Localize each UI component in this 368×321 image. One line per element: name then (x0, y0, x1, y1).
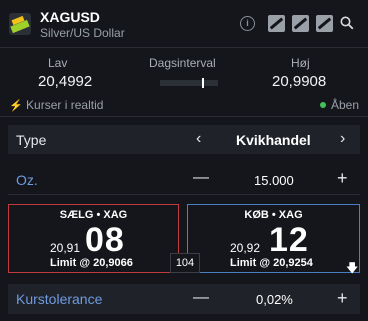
arrow-down-icon[interactable]: 🡇 (346, 259, 358, 280)
chevron-right-icon[interactable]: › (340, 130, 345, 148)
decrease-tolerance-button[interactable]: — (193, 289, 209, 307)
range-label: Dagsinterval (149, 56, 216, 70)
status-dot-icon (319, 102, 326, 108)
lightning-icon: ⚡ (9, 100, 23, 112)
chart-icon[interactable] (292, 15, 309, 32)
low-value: 20,4992 (38, 73, 93, 90)
tolerance-label: Kurstolerance (16, 291, 103, 307)
buy-price-small: 20,92 (230, 241, 261, 255)
sell-price-small: 20,91 (50, 241, 81, 255)
tolerance-value[interactable]: 0,02% (256, 292, 293, 307)
order-type-label: Type (16, 132, 47, 148)
instrument-description: Silver/US Dollar (40, 26, 125, 40)
order-type-row: Type ‹ Kvikhandel › (8, 125, 360, 154)
realtime-label: Kurser i realtid (26, 98, 104, 112)
decrease-amount-button[interactable]: — (193, 169, 209, 187)
status-divider (0, 116, 368, 117)
amount-divider (8, 194, 360, 195)
chart-icon[interactable] (268, 15, 285, 32)
spread-badge: 104 (170, 253, 200, 273)
day-range-bar (160, 80, 218, 86)
buy-limit: Limit @ 20,9254 (230, 257, 313, 269)
day-range-marker (202, 78, 204, 88)
sell-title: SÆLG • XAG (59, 209, 128, 221)
amount-label: Oz. (16, 172, 38, 188)
sell-price-big: 08 (85, 221, 125, 259)
high-value: 20,9908 (272, 73, 327, 90)
order-type-value[interactable]: Kvikhandel (236, 132, 311, 148)
tolerance-row: Kurstolerance — 0,02% + (8, 284, 360, 314)
amount-value[interactable]: 15.000 (254, 173, 294, 188)
search-icon[interactable] (340, 16, 354, 30)
high-label: Høj (291, 56, 310, 70)
chart-icon[interactable] (316, 15, 333, 32)
sell-button[interactable]: SÆLG • XAG 20,91 08 Limit @ 20,9066 (8, 204, 179, 273)
realtime-status: ⚡ Kurser i realtid (9, 98, 103, 112)
sell-limit: Limit @ 20,9066 (50, 257, 133, 269)
instrument-logo (9, 13, 31, 35)
header-divider (0, 47, 368, 48)
info-icon[interactable]: i (240, 16, 255, 31)
low-label: Lav (48, 56, 68, 70)
buy-price-big: 12 (269, 221, 309, 259)
market-open-status: Åben (319, 98, 359, 112)
increase-amount-button[interactable]: + (337, 168, 348, 189)
instrument-symbol: XAGUSD (40, 9, 100, 25)
buy-button[interactable]: KØB • XAG 20,92 12 Limit @ 20,9254 (187, 204, 360, 273)
market-state-label: Åben (330, 98, 359, 112)
chevron-left-icon[interactable]: ‹ (196, 130, 201, 148)
increase-tolerance-button[interactable]: + (337, 288, 348, 309)
buy-title: KØB • XAG (244, 209, 303, 221)
